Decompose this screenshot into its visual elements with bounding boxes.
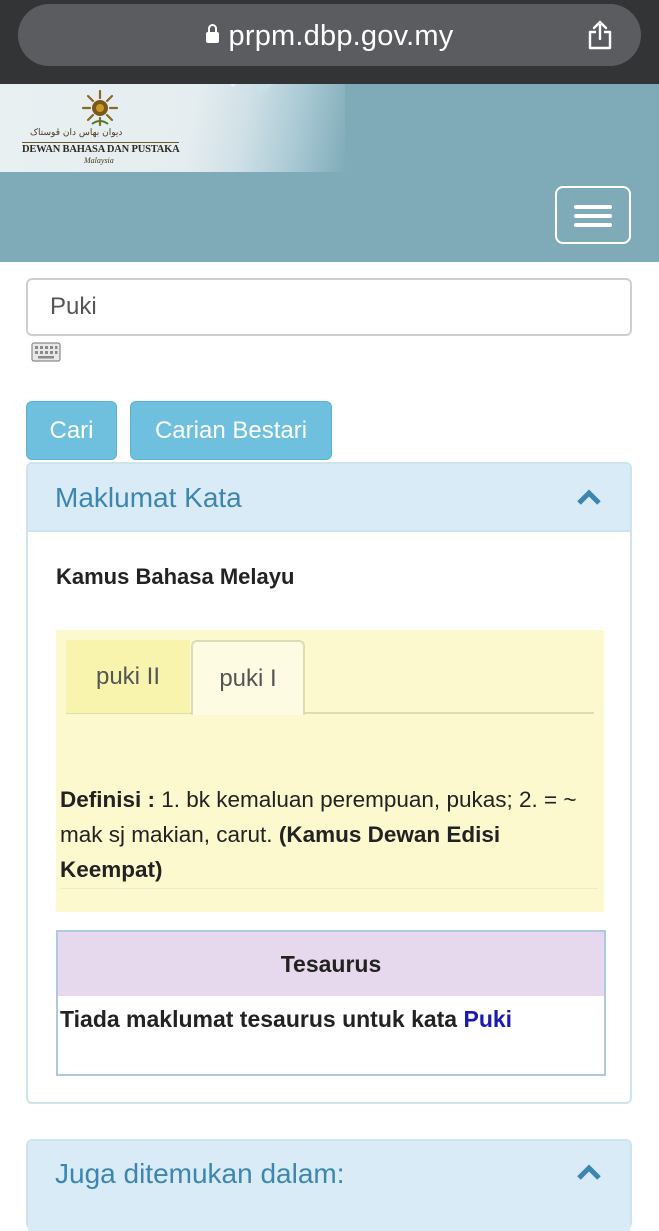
logo-text: DEWAN BAHASA DAN PUSTAKA — [22, 142, 180, 155]
menu-bar — [574, 214, 612, 218]
site-banner[interactable]: ديوان بهاس دان ڤوستاک DEWAN BAHASA DAN P… — [0, 84, 345, 172]
logo-subtitle: Malaysia — [84, 156, 114, 165]
thesaurus-message-text: Tiada maklumat tesaurus untuk kata — [60, 1006, 464, 1032]
tab-puki-ii[interactable]: puki II — [66, 640, 190, 713]
chevron-up-icon[interactable] — [576, 1163, 602, 1181]
lock-icon — [205, 24, 219, 43]
panel-title: Juga ditemukan dalam: — [55, 1158, 345, 1189]
word-info-panel: Maklumat Kata Kamus Bahasa Melayu puki I… — [26, 462, 632, 1104]
site-header: ديوان بهاس دان ڤوستاک DEWAN BAHASA DAN P… — [0, 84, 659, 262]
dictionary-title: Kamus Bahasa Melayu — [56, 564, 295, 589]
menu-bar — [574, 223, 612, 227]
url-text: prpm.dbp.gov.my — [228, 20, 454, 52]
definition-box: puki II puki I Definisi : 1. bk kemaluan… — [56, 630, 604, 912]
thesaurus-word-link[interactable]: Puki — [464, 1006, 513, 1032]
divider — [60, 888, 598, 889]
banner-decoration — [230, 84, 345, 172]
menu-bar — [574, 205, 612, 209]
hamburger-menu-button[interactable] — [555, 186, 631, 244]
also-found-panel: Juga ditemukan dalam: — [26, 1139, 632, 1231]
logo-jawi-text: ديوان بهاس دان ڤوستاک — [30, 128, 123, 138]
thesaurus-box: Tesaurus Tiada maklumat tesaurus untuk k… — [56, 930, 606, 1076]
definition-label: Definisi : — [60, 787, 156, 812]
definition-text: Definisi : 1. bk kemaluan perempuan, puk… — [60, 782, 598, 887]
search-input[interactable] — [26, 278, 632, 336]
browser-toolbar: prpm.dbp.gov.my — [0, 0, 659, 84]
panel-heading[interactable]: Maklumat Kata — [28, 464, 630, 532]
tab-puki-i[interactable]: puki I — [191, 640, 305, 715]
smart-search-button[interactable]: Carian Bestari — [130, 401, 332, 460]
chevron-up-icon[interactable] — [576, 488, 602, 506]
thesaurus-message: Tiada maklumat tesaurus untuk kata Puki — [60, 1006, 512, 1033]
url-display[interactable]: prpm.dbp.gov.my — [18, 20, 641, 53]
search-button[interactable]: Cari — [26, 401, 117, 460]
dbp-emblem-icon — [81, 89, 119, 127]
share-icon[interactable] — [587, 20, 613, 50]
address-bar[interactable]: prpm.dbp.gov.my — [18, 4, 641, 66]
thesaurus-title: Tesaurus — [58, 932, 604, 996]
panel-heading[interactable]: Juga ditemukan dalam: — [28, 1141, 630, 1231]
panel-title: Maklumat Kata — [55, 482, 242, 513]
keyboard-icon[interactable] — [31, 341, 61, 363]
